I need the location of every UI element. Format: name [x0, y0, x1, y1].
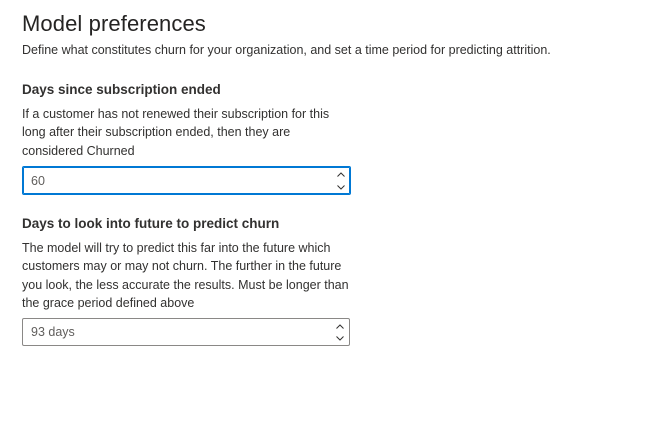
page-title: Model preferences: [22, 11, 206, 36]
days-to-predict-description: The model will try to predict this far i…: [22, 241, 349, 310]
days-to-predict-value[interactable]: 93 days: [31, 319, 75, 345]
days-since-subscription-input[interactable]: 60: [22, 166, 351, 195]
chevron-up-icon[interactable]: [333, 320, 347, 332]
days-since-subscription-value[interactable]: 60: [31, 167, 45, 194]
chevron-down-icon[interactable]: [333, 332, 347, 344]
days-since-subscription-heading: Days since subscription ended: [22, 82, 221, 97]
days-to-predict-heading: Days to look into future to predict chur…: [22, 216, 280, 231]
days-to-predict-input[interactable]: 93 days: [22, 318, 350, 346]
page-subtitle: Define what constitutes churn for your o…: [22, 43, 551, 57]
model-preferences-page: Model preferences Define what constitute…: [0, 0, 649, 428]
chevron-down-icon[interactable]: [334, 181, 348, 193]
days-to-predict-stepper: [333, 320, 347, 344]
chevron-up-icon[interactable]: [334, 168, 348, 180]
days-since-subscription-stepper: [334, 168, 348, 193]
days-since-subscription-description: If a customer has not renewed their subs…: [22, 107, 330, 158]
